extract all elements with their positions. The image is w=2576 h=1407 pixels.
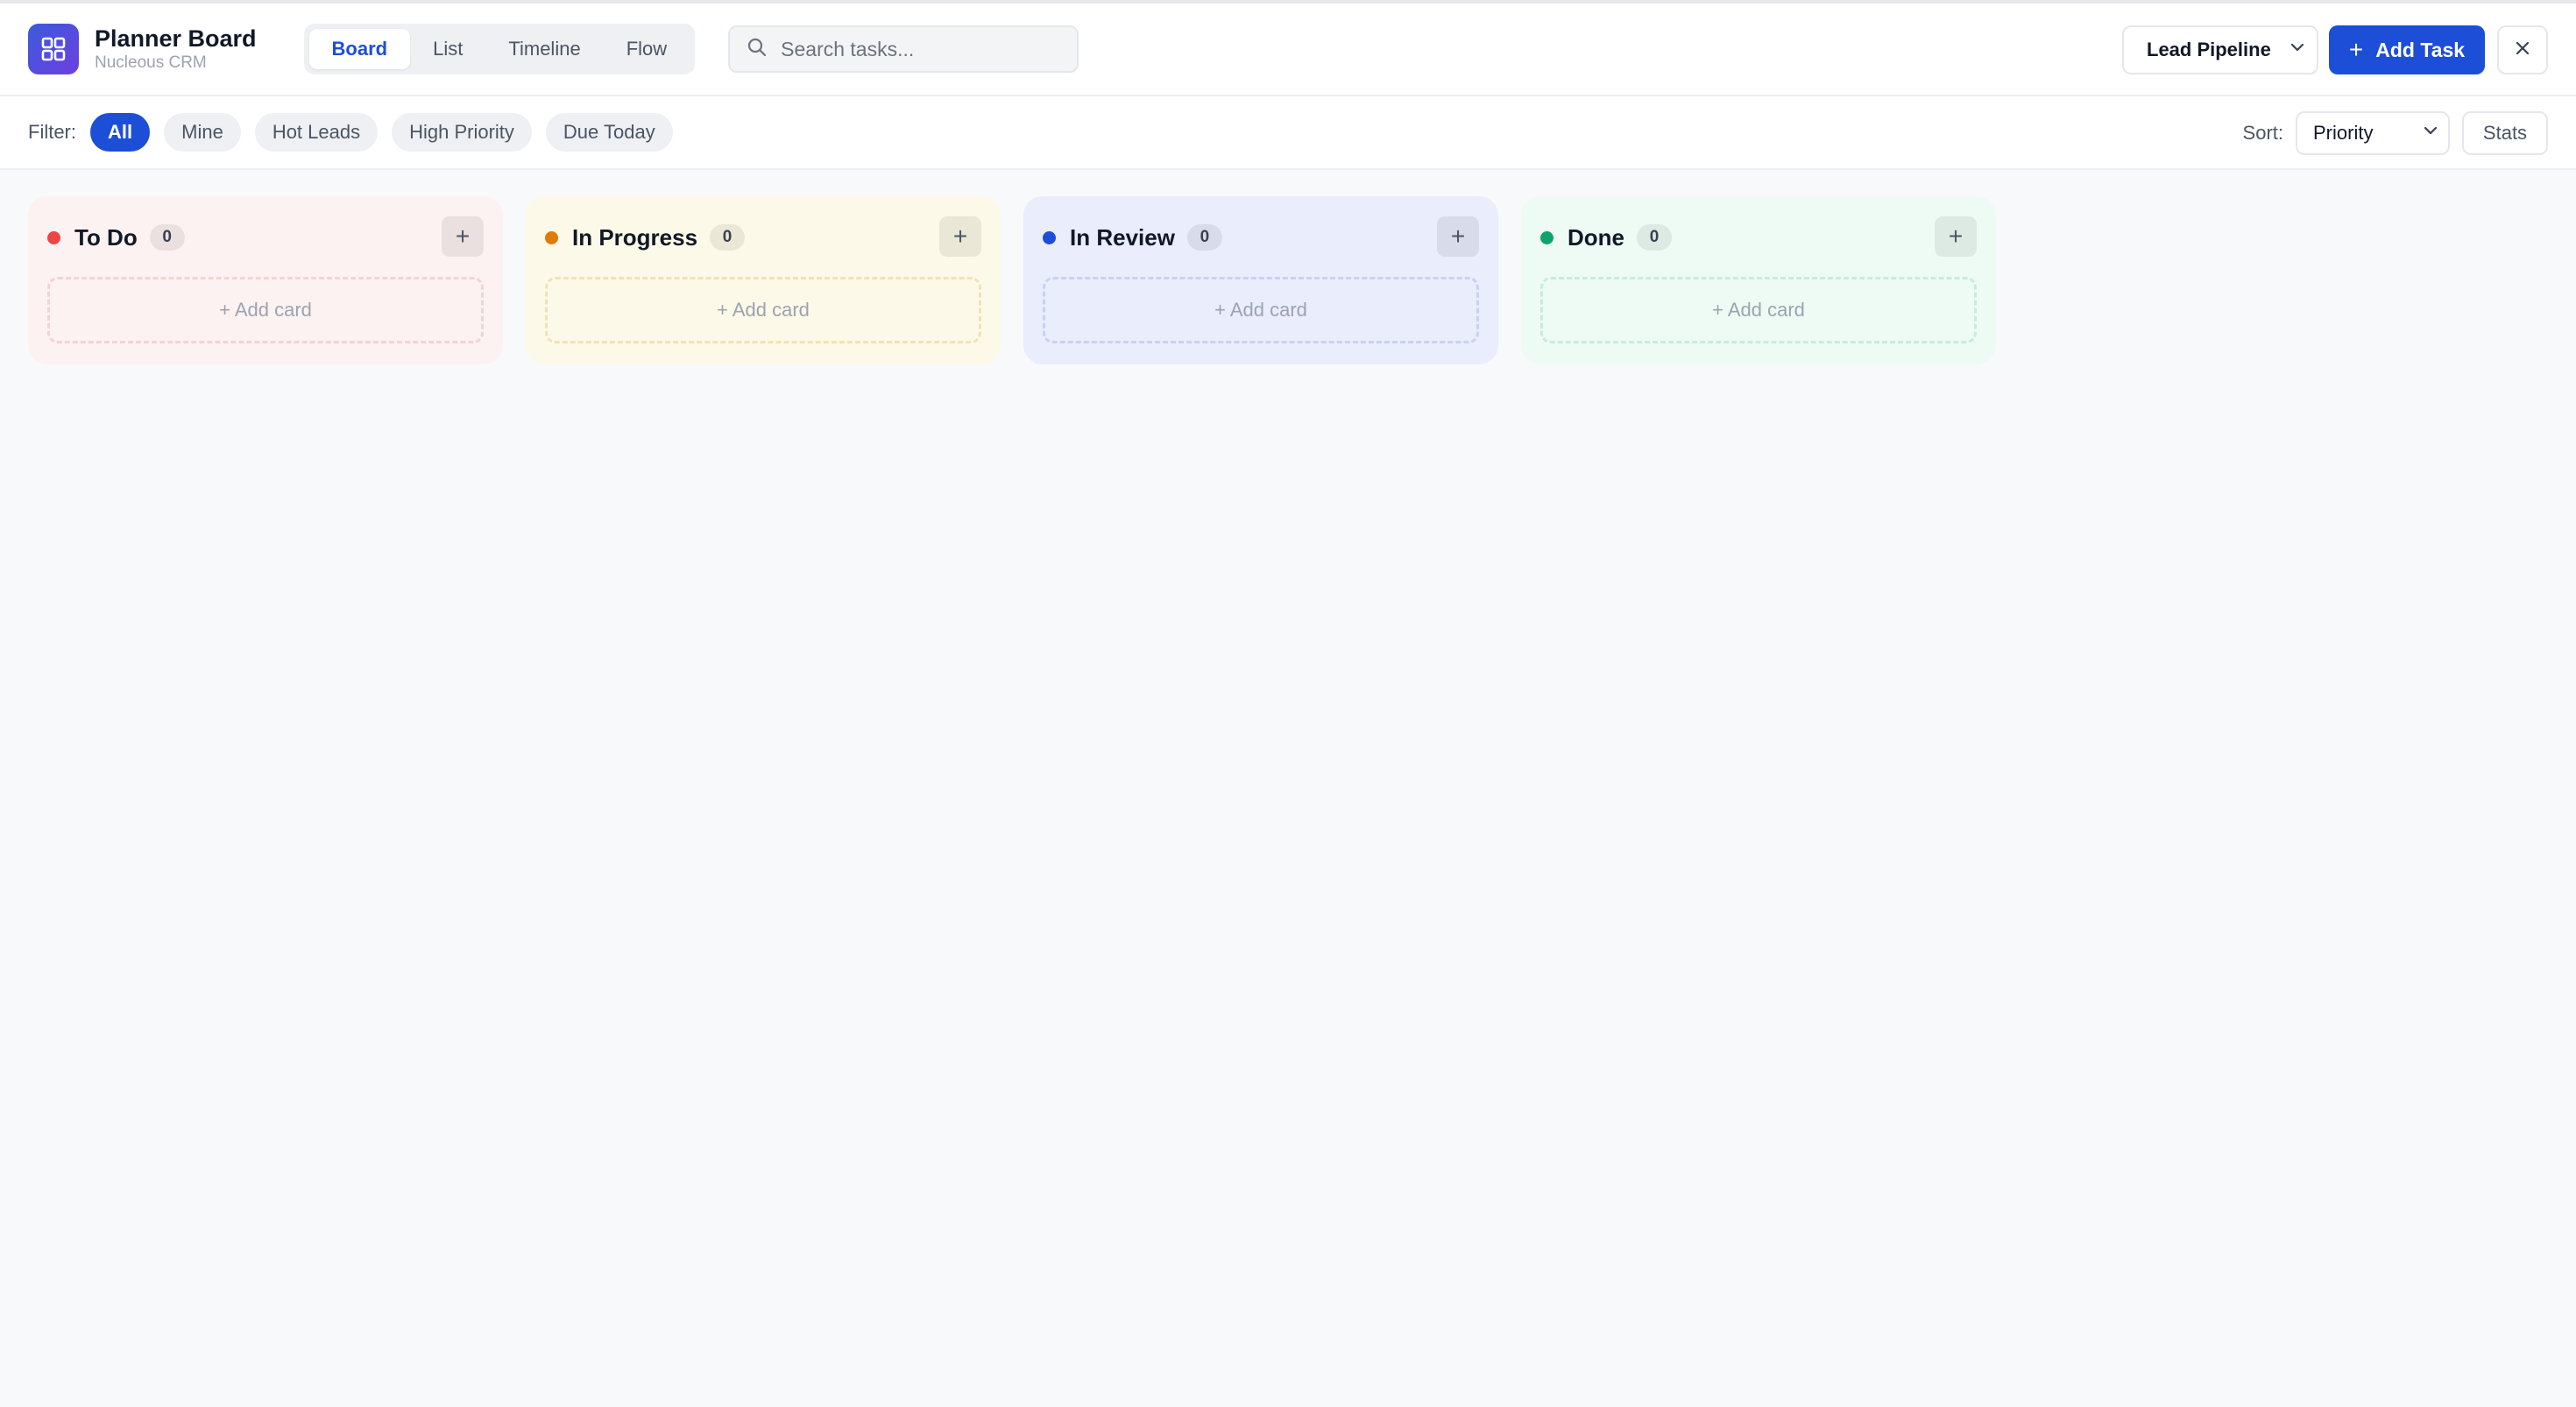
plus-icon: + [455, 223, 471, 250]
status-dot [545, 230, 558, 244]
search-icon [747, 38, 767, 61]
column-count-badge: 0 [710, 224, 746, 251]
status-dot [1540, 230, 1553, 244]
add-task-button[interactable]: + Add Task [2329, 25, 2485, 74]
close-icon [2514, 39, 2531, 61]
plus-icon: + [1948, 223, 1964, 250]
stats-button[interactable]: Stats [2462, 111, 2548, 155]
filter-chip-high-priority[interactable]: High Priority [392, 113, 532, 152]
column-done: Done 0 + + Add card [1521, 196, 1996, 364]
chevron-down-icon [2422, 122, 2439, 145]
view-tabs: Board List Timeline Flow [303, 24, 696, 74]
add-card-button[interactable]: + Add card [1043, 277, 1479, 343]
column-title: To Do [74, 223, 138, 251]
column-add-button[interactable]: + [1437, 216, 1479, 257]
kanban-board: To Do 0 + + Add card In Progress 0 + + A… [0, 170, 2576, 391]
column-title: Done [1568, 223, 1624, 251]
column-title: In Progress [572, 223, 698, 251]
add-card-button[interactable]: + Add card [47, 277, 484, 343]
tab-list[interactable]: List [410, 29, 485, 69]
column-in-review: In Review 0 + + Add card [1023, 196, 1498, 364]
plus-icon: + [1450, 223, 1466, 250]
add-card-button[interactable]: + Add card [545, 277, 981, 343]
status-dot [47, 230, 60, 244]
filter-bar: Filter: All Mine Hot Leads High Priority… [0, 96, 2576, 170]
search-box[interactable] [728, 25, 1079, 73]
tab-flow[interactable]: Flow [604, 29, 690, 69]
column-header: In Progress 0 + [545, 216, 981, 259]
sort-controls: Sort: Priority Stats [2243, 96, 2548, 170]
sort-select[interactable]: Priority [2296, 111, 2450, 155]
filter-chip-hot-leads[interactable]: Hot Leads [254, 113, 379, 152]
column-add-button[interactable]: + [442, 216, 484, 257]
brand: Planner Board Nucleous CRM [95, 25, 257, 74]
add-task-label: Add Task [2375, 38, 2466, 61]
app-header: Planner Board Nucleous CRM Board List Ti… [0, 4, 2576, 96]
sort-select-value: Priority [2313, 122, 2374, 144]
pipeline-select[interactable]: Lead Pipeline [2122, 25, 2318, 74]
pipeline-select-value: Lead Pipeline [2147, 39, 2271, 60]
app-title: Planner Board [95, 25, 257, 52]
column-header: In Review 0 + [1043, 216, 1479, 259]
close-button[interactable] [2497, 25, 2548, 74]
column-add-button[interactable]: + [939, 216, 981, 257]
column-title: In Review [1070, 223, 1175, 251]
add-card-button[interactable]: + Add card [1540, 277, 1977, 343]
column-count-badge: 0 [149, 224, 185, 251]
filter-label: Filter: [28, 121, 76, 143]
sort-label: Sort: [2242, 122, 2283, 144]
app-subtitle: Nucleous CRM [95, 53, 207, 72]
plus-icon: + [2348, 36, 2364, 63]
column-header: To Do 0 + [47, 216, 484, 259]
grid-icon [28, 24, 79, 74]
filter-chip-all[interactable]: All [90, 113, 151, 152]
column-in-progress: In Progress 0 + + Add card [526, 196, 1001, 364]
column-count-badge: 0 [1637, 224, 1672, 251]
header-actions: Lead Pipeline + Add Task [2122, 4, 2548, 96]
filter-chip-mine[interactable]: Mine [164, 113, 241, 152]
tab-timeline[interactable]: Timeline [485, 29, 603, 69]
filter-chip-due-today[interactable]: Due Today [545, 113, 673, 152]
status-dot [1043, 230, 1056, 244]
column-header: Done 0 + [1540, 216, 1977, 259]
tab-board[interactable]: Board [308, 29, 411, 69]
column-todo: To Do 0 + + Add card [28, 196, 503, 364]
column-count-badge: 0 [1186, 224, 1222, 251]
search-input[interactable] [779, 36, 1060, 62]
column-add-button[interactable]: + [1935, 216, 1977, 257]
plus-icon: + [952, 223, 968, 250]
chevron-down-icon [2289, 39, 2306, 61]
